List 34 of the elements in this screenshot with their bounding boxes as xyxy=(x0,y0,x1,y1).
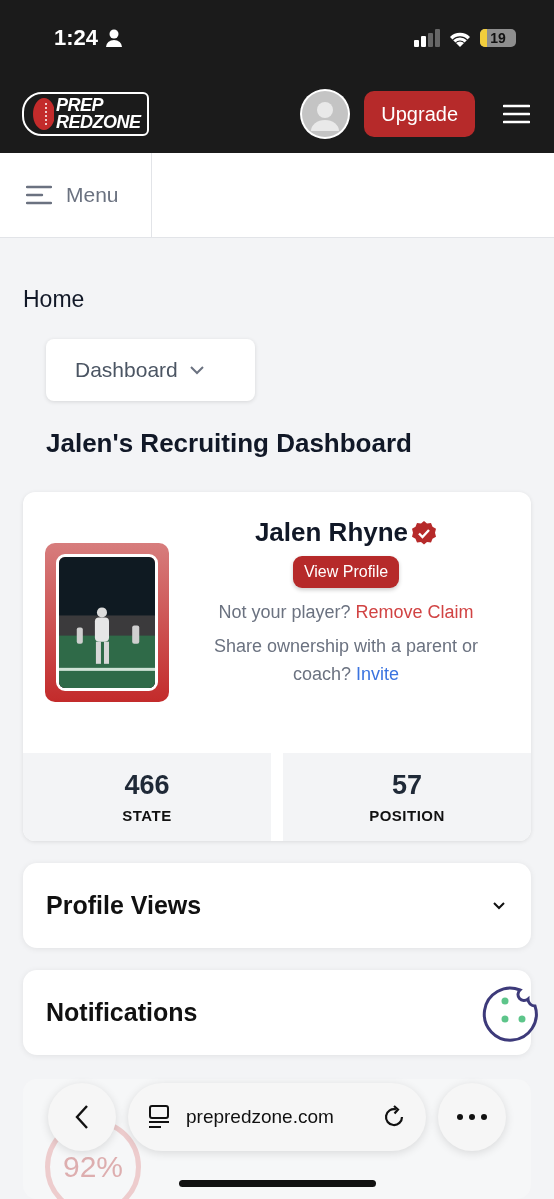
section-card[interactable]: Profile Views xyxy=(23,863,531,948)
status-time: 1:24 xyxy=(54,24,99,51)
more-button[interactable] xyxy=(438,1083,506,1151)
back-icon xyxy=(75,1104,89,1130)
page-icon xyxy=(148,1105,170,1129)
rank-label: POSITION xyxy=(369,807,445,824)
invite-link[interactable]: Invite xyxy=(356,664,400,684)
chevron-down-icon xyxy=(189,365,204,375)
dashboard-dropdown[interactable]: Dashboard xyxy=(46,339,255,401)
person-icon xyxy=(106,28,123,47)
menu-lines-icon xyxy=(26,185,52,206)
section-title: Notifications xyxy=(46,998,198,1027)
upgrade-button[interactable]: Upgrade xyxy=(364,91,475,138)
section-title: Profile Views xyxy=(46,891,202,920)
rank-value: 57 xyxy=(391,770,422,801)
more-icon xyxy=(457,1114,487,1120)
signal-icon xyxy=(414,28,440,47)
claim-text: Not your player? Remove Claim xyxy=(218,601,474,624)
rank-value: 466 xyxy=(124,770,170,801)
reload-icon[interactable] xyxy=(384,1105,406,1129)
rank-label: STATE xyxy=(122,807,172,824)
view-profile-button[interactable]: View Profile xyxy=(292,556,400,588)
site-logo[interactable]: PREP REDZONE xyxy=(22,92,149,137)
address-bar[interactable]: prepredzone.com xyxy=(128,1083,426,1151)
cookie-icon[interactable] xyxy=(480,986,538,1044)
player-name: Jalen Rhyne xyxy=(254,517,409,548)
url-text: prepredzone.com xyxy=(186,1106,335,1128)
menu-icon[interactable] xyxy=(503,104,530,125)
chevron-down-icon xyxy=(493,901,505,910)
breadcrumb[interactable]: Home xyxy=(23,286,85,313)
page-title: Jalen's Recruiting Dashboard xyxy=(46,428,413,459)
share-text: Share ownership with a parent or coach? Invite xyxy=(212,635,480,686)
remove-claim-link[interactable]: Remove Claim xyxy=(355,602,474,622)
battery-icon: 19 xyxy=(480,28,516,47)
